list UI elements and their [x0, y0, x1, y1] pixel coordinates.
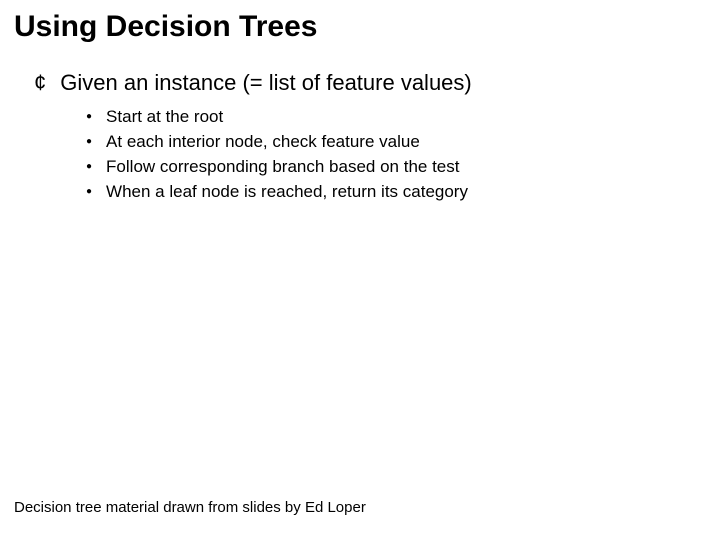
list-item: ● Follow corresponding branch based on t…: [86, 156, 690, 178]
list-item: ● At each interior node, check feature v…: [86, 131, 690, 153]
list-item-text: Start at the root: [106, 106, 223, 128]
list-item-text: At each interior node, check feature val…: [106, 131, 420, 153]
list-item-text: Follow corresponding branch based on the…: [106, 156, 459, 178]
list-item: ● Start at the root: [86, 106, 690, 128]
bullet-level1: ¢ Given an instance (= list of feature v…: [34, 70, 690, 96]
list-item: ● When a leaf node is reached, return it…: [86, 181, 690, 203]
sub-list: ● Start at the root ● At each interior n…: [86, 106, 690, 203]
bullet-glyph: ¢: [34, 70, 46, 96]
dot-icon: ●: [86, 181, 92, 203]
dot-icon: ●: [86, 106, 92, 128]
slide-title: Using Decision Trees: [14, 10, 317, 44]
slide-body: ¢ Given an instance (= list of feature v…: [34, 70, 690, 206]
dot-icon: ●: [86, 156, 92, 178]
dot-icon: ●: [86, 131, 92, 153]
list-item-text: When a leaf node is reached, return its …: [106, 181, 468, 203]
slide: Using Decision Trees ¢ Given an instance…: [0, 0, 720, 540]
footnote: Decision tree material drawn from slides…: [14, 499, 366, 516]
bullet-text: Given an instance (= list of feature val…: [60, 70, 472, 96]
